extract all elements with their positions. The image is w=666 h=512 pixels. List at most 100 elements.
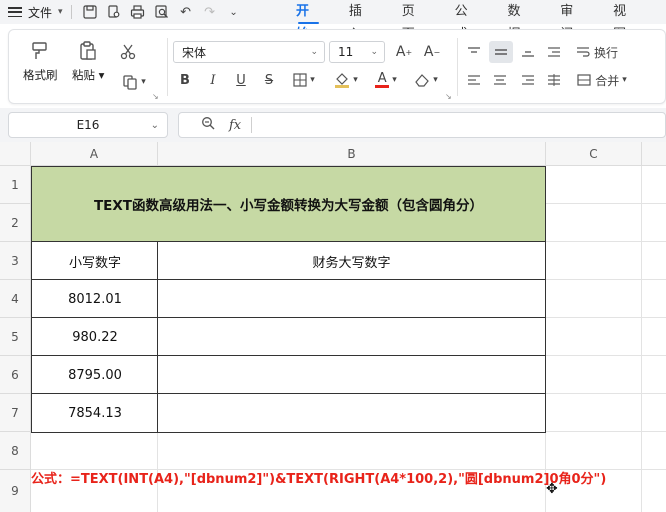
format-painter-label: 格式刷 bbox=[23, 68, 58, 82]
row-header-5[interactable]: 5 bbox=[0, 318, 31, 356]
font-size-value: 11 bbox=[338, 45, 354, 59]
worksheet-grid[interactable]: A B C 1 2 3 4 5 6 7 8 9 TEXT函数高级用法一、小写金额… bbox=[0, 142, 666, 512]
column-header-a[interactable]: A bbox=[31, 142, 158, 166]
font-name-select[interactable]: 宋体 ⌄ bbox=[173, 41, 325, 63]
redo-icon[interactable]: ↷ bbox=[202, 4, 218, 20]
align-center-icon[interactable] bbox=[489, 70, 511, 90]
cut-icon[interactable] bbox=[117, 42, 139, 62]
wrap-text-button[interactable]: 换行 bbox=[569, 42, 625, 62]
undo-icon[interactable]: ↶ bbox=[178, 4, 194, 20]
align-left-icon[interactable] bbox=[463, 70, 485, 90]
chevron-down-icon: ⌄ bbox=[370, 47, 378, 57]
file-menu[interactable]: 文件 ▾ bbox=[28, 4, 63, 21]
cell-a6[interactable]: 8795.00 bbox=[31, 355, 159, 395]
row-header-9[interactable]: 9 bbox=[0, 470, 31, 512]
distributed-align-icon[interactable] bbox=[543, 70, 565, 90]
fill-color-button[interactable]: ▾ bbox=[329, 70, 363, 90]
increase-font-size-icon[interactable]: A + bbox=[393, 42, 415, 62]
indent-icon[interactable] bbox=[543, 42, 565, 62]
wrap-text-icon bbox=[576, 47, 590, 57]
cell-b7[interactable] bbox=[157, 393, 546, 433]
ribbon-tabs: 开始 插入 页面 公式 数据 审阅 视图 bbox=[296, 0, 666, 42]
row-header-8[interactable]: 8 bbox=[0, 432, 31, 470]
font-dialog-launcher-icon[interactable]: ↘ bbox=[445, 92, 452, 101]
align-middle-icon[interactable] bbox=[489, 41, 513, 63]
tab-review[interactable]: 审阅 bbox=[560, 0, 585, 42]
insert-function-icon[interactable]: fx bbox=[229, 118, 241, 133]
divider bbox=[251, 117, 253, 133]
cell-a3-header[interactable]: 小写数字 bbox=[31, 241, 159, 281]
column-header-c[interactable]: C bbox=[546, 142, 642, 166]
borders-icon bbox=[293, 73, 307, 87]
font-color-button[interactable]: A ▾ bbox=[369, 70, 403, 90]
formula-input-area[interactable]: fx bbox=[178, 112, 666, 138]
cell-a4[interactable]: 8012.01 bbox=[31, 279, 159, 319]
formula-bar: E16 ⌄ fx bbox=[0, 108, 666, 142]
zoom-icon[interactable] bbox=[201, 116, 215, 134]
row-header-7[interactable]: 7 bbox=[0, 394, 31, 432]
borders-button[interactable]: ▾ bbox=[287, 70, 321, 90]
tab-page[interactable]: 页面 bbox=[402, 0, 427, 42]
row-header-3[interactable]: 3 bbox=[0, 242, 31, 280]
tab-data[interactable]: 数据 bbox=[507, 0, 532, 42]
ribbon-toolbar: 格式刷 粘贴 ▾ ▾ ↘ 宋体 ⌄ 11 ⌄ A + A − B I U S ▾… bbox=[8, 29, 666, 104]
name-box[interactable]: E16 ⌄ bbox=[8, 112, 168, 138]
cell-a5[interactable]: 980.22 bbox=[31, 317, 159, 357]
row-header-2[interactable]: 2 bbox=[0, 204, 31, 242]
row-header-4[interactable]: 4 bbox=[0, 280, 31, 318]
align-bottom-icon[interactable] bbox=[517, 42, 539, 62]
cell-a7[interactable]: 7854.13 bbox=[31, 393, 159, 433]
print-preview-icon[interactable] bbox=[106, 4, 122, 20]
clipboard-dialog-launcher-icon[interactable]: ↘ bbox=[152, 92, 159, 101]
divider bbox=[457, 38, 458, 96]
merge-button[interactable]: 合并 ▾ bbox=[569, 70, 635, 90]
cell-b3-header[interactable]: 财务大写数字 bbox=[157, 241, 546, 281]
cell-b4[interactable] bbox=[157, 279, 546, 319]
align-top-icon[interactable] bbox=[463, 42, 485, 62]
strikethrough-icon[interactable]: S bbox=[259, 70, 279, 90]
cell-b6[interactable] bbox=[157, 355, 546, 395]
clear-format-button[interactable]: ▾ bbox=[409, 70, 443, 90]
paste-icon bbox=[77, 40, 99, 62]
font-color-icon: A bbox=[375, 72, 390, 88]
wrap-text-label: 换行 bbox=[593, 45, 618, 60]
divider bbox=[70, 5, 72, 19]
tab-formulas[interactable]: 公式 bbox=[455, 0, 480, 42]
hamburger-menu-icon[interactable] bbox=[8, 7, 22, 17]
menu-bar: 文件 ▾ ↶ ↷ ⌄ 开 插 页 公 数 审 视 bbox=[0, 0, 666, 42]
tab-insert[interactable]: 插入 bbox=[349, 0, 374, 42]
row-header-1[interactable]: 1 bbox=[0, 166, 31, 204]
format-painter-icon bbox=[29, 40, 51, 62]
paste-label-text: 粘贴 bbox=[72, 68, 95, 82]
chevron-down-icon: ▾ bbox=[58, 7, 63, 17]
column-header-d[interactable] bbox=[642, 142, 666, 166]
spreadsheet-app: 文件 ▾ ↶ ↷ ⌄ 开 插 页 公 数 审 视 格式刷 粘贴 ▾ ▾ ↘ 宋体… bbox=[0, 0, 666, 512]
cell-b5[interactable] bbox=[157, 317, 546, 357]
select-all-corner[interactable] bbox=[0, 142, 31, 166]
find-icon[interactable] bbox=[154, 4, 170, 20]
tab-view[interactable]: 视图 bbox=[613, 0, 638, 42]
row-header-6[interactable]: 6 bbox=[0, 356, 31, 394]
tab-home[interactable]: 开始 bbox=[296, 0, 321, 42]
fill-color-icon bbox=[335, 73, 350, 88]
title-cell[interactable]: TEXT函数高级用法一、小写金额转换为大写金额（包含圆角分） bbox=[31, 166, 546, 242]
bold-icon[interactable]: B bbox=[175, 70, 195, 90]
font-size-select[interactable]: 11 ⌄ bbox=[329, 41, 385, 63]
more-chevron-icon[interactable]: ⌄ bbox=[226, 4, 242, 20]
font-name-value: 宋体 bbox=[182, 45, 207, 60]
copy-icon bbox=[123, 75, 137, 90]
align-right-icon[interactable] bbox=[517, 70, 539, 90]
merge-icon bbox=[577, 74, 591, 86]
column-header-b[interactable]: B bbox=[158, 142, 546, 166]
format-painter-button[interactable]: 格式刷 bbox=[23, 40, 58, 83]
italic-icon[interactable]: I bbox=[203, 70, 223, 90]
chevron-down-icon: ⌄ bbox=[310, 47, 318, 57]
paste-label: 粘贴 ▾ bbox=[72, 68, 105, 82]
paste-button[interactable]: 粘贴 ▾ bbox=[72, 40, 104, 83]
decrease-font-size-icon[interactable]: A − bbox=[421, 42, 443, 62]
gridline bbox=[641, 166, 642, 512]
print-icon[interactable] bbox=[130, 4, 146, 20]
underline-icon[interactable]: U bbox=[231, 70, 251, 90]
save-icon[interactable] bbox=[82, 4, 98, 20]
copy-button[interactable]: ▾ bbox=[117, 72, 151, 92]
